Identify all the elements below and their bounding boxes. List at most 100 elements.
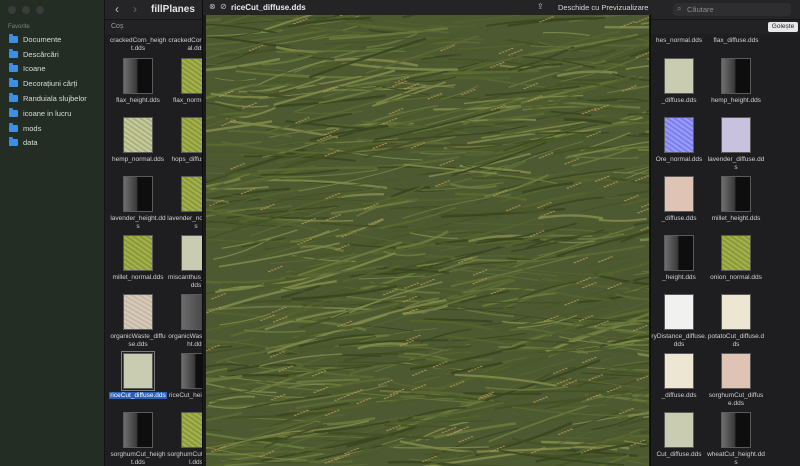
file-item[interactable]: Cut_diffuse.dds xyxy=(650,412,708,459)
folder-icon xyxy=(9,48,18,58)
sidebar-list: Documente Descărcări Icoane Decorațiuni căr… xyxy=(6,32,102,150)
search-icon: ⌕ xyxy=(677,4,682,13)
file-item[interactable]: onion_normal.dds xyxy=(707,235,765,282)
quicklook-toolbar: ⊗ ⊘ riceCut_diffuse.dds ⇪ Deschide cu Pr… xyxy=(203,0,652,15)
file-thumbnail xyxy=(664,176,694,212)
file-item[interactable]: flax_height.dds xyxy=(109,58,167,105)
file-thumbnail xyxy=(664,117,694,153)
file-item[interactable]: millet_height.dds xyxy=(707,176,765,223)
sidebar-item-label: icoane in lucru xyxy=(23,108,72,118)
file-thumbnail xyxy=(123,294,153,330)
sidebar-item-label: Documente xyxy=(23,34,62,44)
file-item[interactable]: riceCut_diffuse.dds xyxy=(109,351,167,400)
sidebar-item-label: data xyxy=(23,138,38,148)
file-item[interactable]: ryDistance_diffuse.dds xyxy=(650,294,708,349)
file-name: wheatCut_height.dds xyxy=(707,451,765,466)
forward-button[interactable]: › xyxy=(133,2,137,16)
file-name: _diffuse.dds xyxy=(661,392,697,399)
file-item[interactable]: Ore_normal.dds xyxy=(650,117,708,164)
sidebar-item[interactable]: Documente xyxy=(6,32,102,47)
file-item[interactable]: hes_normal.dds xyxy=(650,37,708,45)
quicklook-title: riceCut_diffuse.dds xyxy=(231,3,306,12)
file-name: millet_height.dds xyxy=(711,215,761,222)
file-item[interactable]: crackedCorn_height.dds xyxy=(109,37,167,53)
file-item[interactable]: millet_normal.dds xyxy=(109,235,167,282)
sidebar-item-label: Icoane xyxy=(23,64,46,74)
file-item[interactable]: _diffuse.dds xyxy=(650,176,708,223)
file-item[interactable]: _height.dds xyxy=(650,235,708,282)
texture-preview-image xyxy=(206,15,649,466)
share-icon[interactable]: ⇪ xyxy=(537,2,544,11)
file-name: _diffuse.dds xyxy=(661,215,697,222)
path-label: Coș xyxy=(111,23,124,30)
file-item[interactable]: sorghumCut_diffuse.dds xyxy=(707,353,765,408)
folder-icon xyxy=(9,107,18,117)
minimize-window-button[interactable] xyxy=(22,6,30,14)
file-item[interactable]: lavender_diffuse.dds xyxy=(707,117,765,172)
file-thumbnail xyxy=(721,294,751,330)
file-name: sorghumCut_diffuse.dds xyxy=(708,392,764,407)
file-name: _diffuse.dds xyxy=(661,97,697,104)
file-item[interactable]: potatoCut_diffuse.dds xyxy=(707,294,765,349)
file-thumbnail xyxy=(721,176,751,212)
file-item[interactable]: _diffuse.dds xyxy=(650,58,708,105)
file-thumbnail xyxy=(121,351,155,391)
folder-icon xyxy=(9,33,18,43)
sidebar-item-label: mods xyxy=(23,123,42,133)
file-thumbnail xyxy=(123,412,153,448)
file-item[interactable]: organicWaste_diffuse.dds xyxy=(109,294,167,349)
sidebar-item[interactable]: Descărcări xyxy=(6,47,102,62)
search-input[interactable]: ⌕ Căutare xyxy=(673,3,791,16)
file-name: potatoCut_diffuse.dds xyxy=(707,333,765,348)
sidebar-item[interactable]: data xyxy=(6,136,102,151)
fullscreen-icon[interactable]: ⊘ xyxy=(220,2,227,11)
file-name: riceCut_diffuse.dds xyxy=(109,392,167,399)
file-name: sorghumCut_height.dds xyxy=(110,451,166,466)
window-title: fillPlanes xyxy=(151,4,195,15)
sidebar-item[interactable]: icoane in lucru xyxy=(6,106,102,121)
file-name: hemp_normal.dds xyxy=(111,156,165,163)
file-thumbnail xyxy=(721,235,751,271)
file-item[interactable]: hemp_normal.dds xyxy=(109,117,167,164)
file-item[interactable]: hemp_height.dds xyxy=(707,58,765,105)
file-thumbnail xyxy=(664,294,694,330)
file-thumbnail xyxy=(123,176,153,212)
file-item[interactable]: _diffuse.dds xyxy=(650,353,708,400)
file-name: millet_normal.dds xyxy=(112,274,164,281)
file-name: hes_normal.dds xyxy=(655,37,703,44)
file-thumbnail xyxy=(664,235,694,271)
file-thumbnail xyxy=(721,412,751,448)
file-name: lavender_diffuse.dds xyxy=(707,156,765,171)
quicklook-panel: ⊗ ⊘ riceCut_diffuse.dds ⇪ Deschide cu Pr… xyxy=(202,0,652,466)
file-name: Ore_normal.dds xyxy=(655,156,703,163)
folder-icon xyxy=(9,78,18,88)
open-with-preview-button[interactable]: Deschide cu Previzualizare xyxy=(558,3,648,12)
file-name: _height.dds xyxy=(662,274,696,281)
empty-trash-button[interactable]: Golește xyxy=(768,22,798,32)
file-thumbnail xyxy=(123,58,153,94)
zoom-window-button[interactable] xyxy=(36,6,44,14)
sidebar-item-label: Randuiala slujbelor xyxy=(23,94,87,104)
window-controls xyxy=(8,6,44,14)
sidebar-item[interactable]: Icoane xyxy=(6,62,102,77)
back-button[interactable]: ‹ xyxy=(115,2,119,16)
folder-icon xyxy=(9,63,18,73)
file-item[interactable]: sorghumCut_height.dds xyxy=(109,412,167,466)
file-thumbnail xyxy=(123,235,153,271)
sidebar-item[interactable]: Randuiala slujbelor xyxy=(6,91,102,106)
sidebar-item[interactable]: mods xyxy=(6,121,102,136)
file-name: organicWaste_diffuse.dds xyxy=(110,333,166,348)
close-icon[interactable]: ⊗ xyxy=(209,2,216,11)
file-name: crackedCorn_height.dds xyxy=(109,37,167,52)
sidebar: Favorite Documente Descărcări Icoane Decora… xyxy=(0,0,105,466)
grass-texture xyxy=(206,15,649,466)
folder-icon xyxy=(9,137,18,147)
folder-icon xyxy=(9,93,18,103)
file-item[interactable]: wheatCut_height.dds xyxy=(707,412,765,466)
file-name: hemp_height.dds xyxy=(711,97,761,104)
file-thumbnail xyxy=(664,58,694,94)
close-window-button[interactable] xyxy=(8,6,16,14)
file-item[interactable]: lavender_height.dds xyxy=(109,176,167,231)
sidebar-item[interactable]: Decorațiuni cărți xyxy=(6,76,102,91)
file-item[interactable]: flax_diffuse.dds xyxy=(707,37,765,45)
